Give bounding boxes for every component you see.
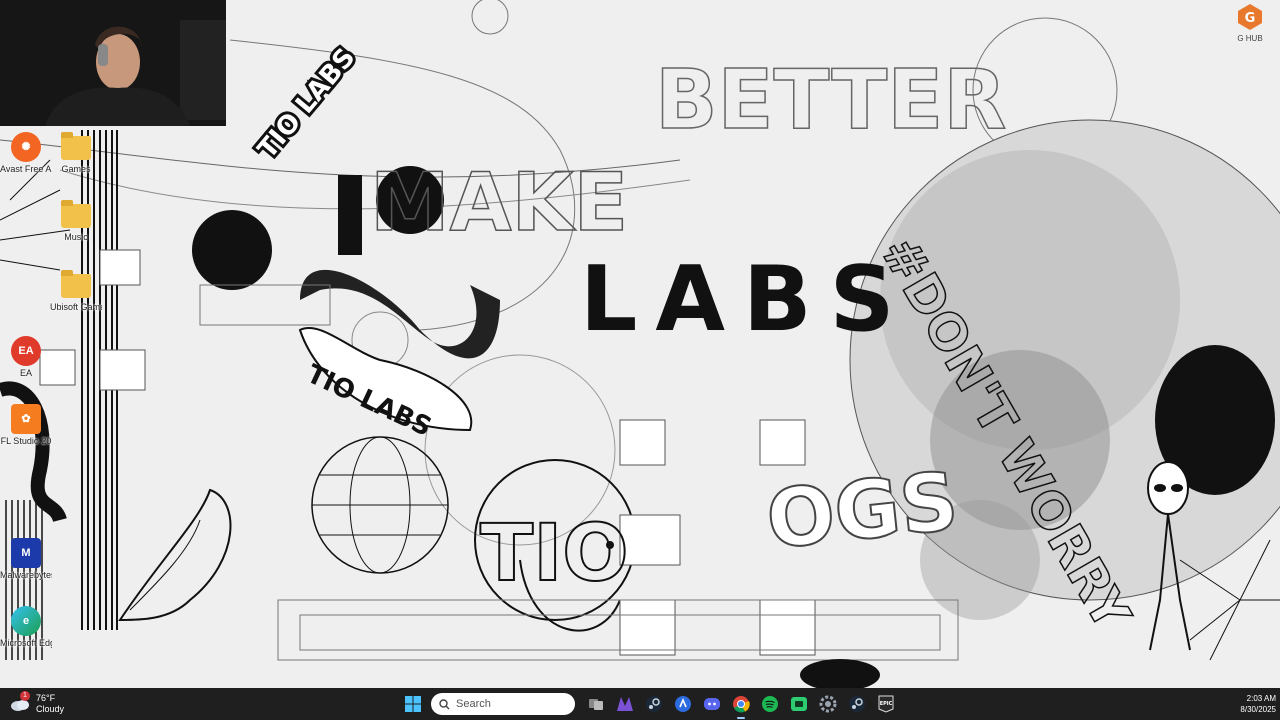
wallpaper-word-make: MAKE [370, 156, 628, 249]
desktop-icon-music[interactable]: Music [50, 200, 102, 242]
svg-text:EPIC: EPIC [879, 701, 892, 707]
taskbar-app-discord[interactable] [700, 692, 724, 716]
chrome-icon [732, 696, 750, 713]
wallpaper-word-labs: LABS [580, 247, 912, 352]
desktop-icon-games[interactable]: Games [50, 132, 102, 174]
taskbar-app-steam-2[interactable] [845, 692, 869, 716]
desktop-icon-edge[interactable]: e Microsoft Edge [0, 606, 52, 648]
clock-time: 2:03 AM [1246, 694, 1276, 703]
taskbar-app-steam[interactable] [642, 692, 666, 716]
start-button[interactable] [401, 692, 425, 716]
spotify-icon [761, 696, 778, 712]
ghub-icon: G [1238, 4, 1262, 30]
system-clock[interactable]: 2:03 AM 8/30/2025 [1240, 693, 1276, 715]
weather-temp: 76°F [36, 693, 56, 703]
avast-icon: ✺ [11, 132, 41, 162]
webcam-person-image [0, 0, 226, 126]
weather-condition: Cloudy [36, 704, 65, 714]
fl-studio-icon: ✿ [11, 404, 41, 434]
xbox-icon [790, 697, 807, 711]
steam-icon [848, 696, 865, 712]
desktop-icon-avast[interactable]: ✺ Avast Free Antivirus [0, 132, 52, 174]
folder-icon [61, 132, 91, 160]
search-placeholder: Search [456, 698, 491, 710]
taskbar-app-settings[interactable] [816, 692, 840, 716]
edge-icon: e [11, 606, 41, 636]
taskbar-app-chrome[interactable] [729, 692, 753, 719]
weather-widget[interactable]: 1 76°F Cloudy [10, 691, 65, 716]
taskbar-app-xbox[interactable] [787, 692, 811, 716]
folder-icon [61, 200, 91, 228]
ea-app-icon [674, 696, 691, 712]
notification-badge: 1 [20, 691, 30, 701]
wallpaper-word-ogs: OGS [762, 454, 962, 566]
desktop-icon-ubisoft[interactable]: Ubisoft Game ... [50, 270, 102, 312]
desktop-icon-malwarebytes[interactable]: M Malwarebytes [0, 538, 52, 580]
wallpaper-word-tio: TIO [480, 509, 629, 599]
discord-icon [703, 698, 720, 710]
ea-icon: EA [11, 336, 41, 366]
taskbar-app-ea[interactable] [671, 692, 695, 716]
wallpaper-word-better: BETTER [655, 53, 1006, 148]
taskbar-search[interactable]: Search [431, 693, 575, 715]
cloud-icon: 1 [10, 691, 30, 711]
malwarebytes-icon: M [11, 538, 41, 568]
svg-text:G: G [1245, 11, 1256, 26]
search-icon [439, 698, 450, 709]
webcam-overlay [0, 0, 226, 126]
settings-icon [819, 695, 836, 713]
notepad-icon [616, 697, 633, 711]
taskbar-app-epic-games[interactable]: EPIC [874, 692, 898, 716]
folder-icon [61, 270, 91, 298]
task-view-button[interactable] [584, 692, 608, 716]
steam-icon [645, 696, 662, 712]
taskbar-app-spotify[interactable] [758, 692, 782, 716]
task-view-icon [588, 699, 603, 710]
desktop-icon-ghub[interactable]: G G HUB [1232, 2, 1268, 43]
clock-date: 8/30/2025 [1240, 705, 1276, 714]
taskbar: 1 76°F Cloudy Search EPIC 2:03 AM 8/30/2… [0, 688, 1280, 720]
desktop-icon-fl-studio[interactable]: ✿ FL Studio 20 [0, 404, 52, 446]
epic-games-icon: EPIC [878, 695, 893, 713]
desktop-icon-ea[interactable]: EA EA [0, 336, 52, 378]
taskbar-app-notepad[interactable] [613, 692, 637, 716]
start-icon [404, 696, 421, 712]
